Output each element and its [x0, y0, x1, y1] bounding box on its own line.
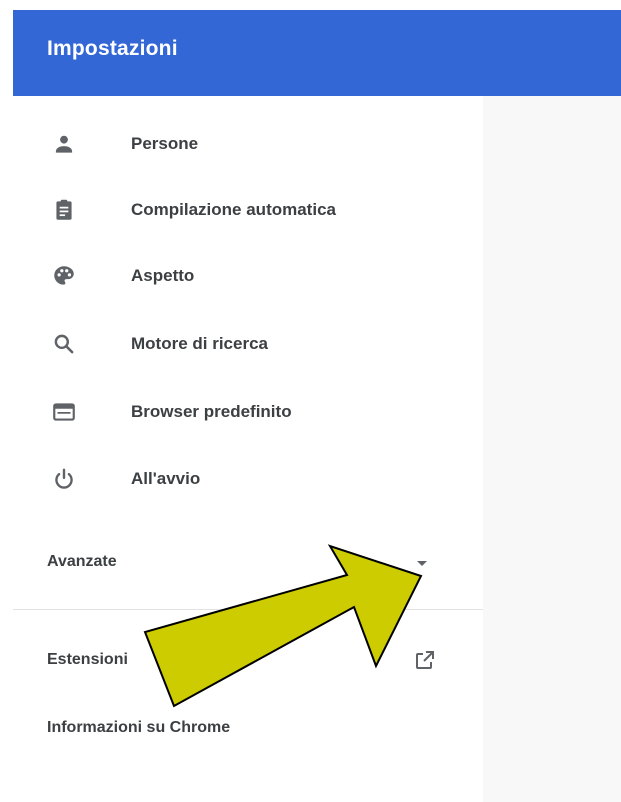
settings-page: Impostazioni Persone Compilazione automa…	[0, 0, 621, 802]
settings-header: Impostazioni	[13, 10, 621, 96]
caret-down-icon	[417, 561, 427, 566]
advanced-section-toggle[interactable]: Avanzate	[13, 532, 483, 592]
sidebar-item-label: Browser predefinito	[131, 402, 292, 421]
sidebar-item-compilazione-automatica[interactable]: Compilazione automatica	[13, 180, 483, 240]
palette-icon	[51, 263, 77, 289]
page-title: Impostazioni	[47, 37, 178, 60]
about-chrome-link[interactable]: Informazioni su Chrome	[13, 698, 483, 758]
about-chrome-label: Informazioni su Chrome	[47, 719, 231, 736]
sidebar-item-motore-di-ricerca[interactable]: Motore di ricerca	[13, 314, 483, 374]
sidebar-divider	[13, 609, 483, 610]
sidebar-item-all-avvio[interactable]: All'avvio	[13, 449, 483, 509]
sidebar-item-browser-predefinito[interactable]: Browser predefinito	[13, 382, 483, 442]
extensions-link[interactable]: Estensioni	[13, 630, 483, 690]
sidebar-item-label: Motore di ricerca	[131, 334, 268, 353]
sidebar-item-persone[interactable]: Persone	[13, 114, 483, 174]
person-icon	[51, 131, 77, 157]
browser-window-icon	[51, 399, 77, 425]
power-icon	[51, 466, 77, 492]
extensions-label: Estensioni	[47, 651, 128, 668]
search-icon	[51, 331, 77, 357]
open-in-new-icon	[413, 648, 437, 672]
advanced-label: Avanzate	[47, 553, 117, 570]
sidebar-item-label: Persone	[131, 134, 199, 153]
sidebar-item-label: All'avvio	[131, 469, 201, 488]
clipboard-icon	[51, 197, 77, 223]
sidebar-item-label: Aspetto	[131, 266, 195, 285]
sidebar-item-aspetto[interactable]: Aspetto	[13, 246, 483, 306]
sidebar-item-label: Compilazione automatica	[131, 200, 336, 219]
